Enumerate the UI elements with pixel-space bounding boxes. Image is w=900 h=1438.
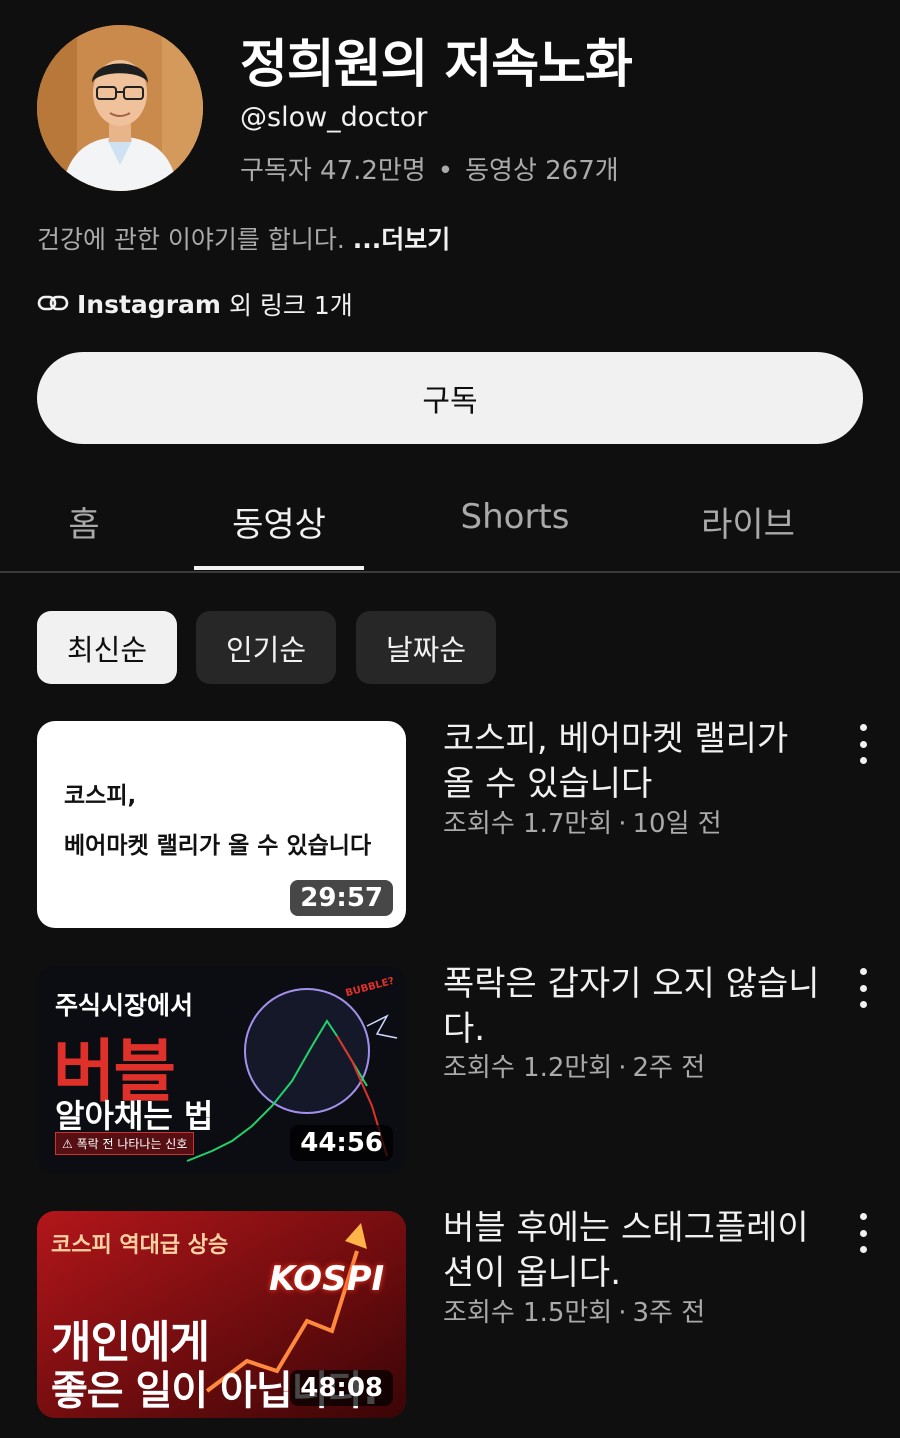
- description-text: 건강에 관한 이야기를 합니다.: [37, 225, 353, 254]
- chip-latest[interactable]: 최신순: [37, 611, 177, 684]
- more-vert-icon[interactable]: [850, 968, 876, 1008]
- video-thumbnail[interactable]: 주식시장에서 버블 알아채는 법 ⚠ 폭락 전 나타나는 신호 BUBBLE? …: [37, 966, 406, 1173]
- tab-divider: [0, 571, 900, 573]
- upload-age: 3주 전: [632, 1298, 706, 1328]
- thumbnail-text: 코스피 역대급 상승: [51, 1233, 229, 1258]
- channel-links[interactable]: Instagram 외 링크 1개: [37, 286, 353, 322]
- video-thumbnail[interactable]: 코스피, 베어마켓 랠리가 올 수 있습니다 29:57: [37, 721, 406, 928]
- more-vert-icon[interactable]: [850, 724, 876, 764]
- thumbnail-text: 알아채는 법: [55, 1097, 214, 1135]
- video-meta: 조회수 1.5만회 · 3주 전: [443, 1292, 705, 1329]
- active-tab-indicator: [194, 566, 364, 570]
- upload-age: 10일 전: [632, 809, 722, 839]
- video-title[interactable]: 폭락은 갑자기 오지 않습니다.: [443, 962, 828, 1052]
- channel-handle: @slow_doctor: [240, 102, 428, 133]
- subscriber-count: 구독자 47.2만명: [240, 156, 426, 186]
- tab-home[interactable]: 홈: [62, 497, 106, 546]
- thumbnail-text: KOSPI: [269, 1259, 385, 1299]
- channel-avatar[interactable]: [37, 25, 203, 191]
- video-count: 동영상 267개: [465, 156, 619, 186]
- view-count: 조회수 1.5만회: [443, 1298, 613, 1328]
- view-count: 조회수 1.2만회: [443, 1053, 613, 1083]
- meta-separator: ·: [618, 1053, 627, 1083]
- channel-description[interactable]: 건강에 관한 이야기를 합니다. ...더보기: [37, 220, 450, 256]
- video-duration: 44:56: [290, 1125, 393, 1161]
- video-title[interactable]: 코스피, 베어마켓 랠리가 올 수 있습니다: [443, 717, 828, 807]
- meta-separator: ·: [618, 809, 627, 839]
- channel-stats: 구독자 47.2만명 • 동영상 267개: [240, 150, 619, 187]
- chip-popular[interactable]: 인기순: [196, 611, 336, 684]
- link-main-label: Instagram: [77, 289, 221, 319]
- video-meta: 조회수 1.7만회 · 10일 전: [443, 803, 722, 840]
- thumbnail-text: 코스피,: [64, 783, 137, 809]
- tab-shorts[interactable]: Shorts: [440, 497, 590, 537]
- video-meta: 조회수 1.2만회 · 2주 전: [443, 1047, 705, 1084]
- channel-name: 정희원의 저속노화: [240, 35, 633, 95]
- subscribe-button[interactable]: 구독: [37, 352, 863, 444]
- meta-separator: ·: [618, 1298, 627, 1328]
- stats-separator: •: [437, 156, 454, 186]
- link-rest-label: 외 링크 1개: [228, 291, 353, 320]
- video-thumbnail[interactable]: 코스피 역대급 상승 KOSPI 개인에게 좋은 일이 아닙니다. 48:08: [37, 1211, 406, 1418]
- upload-age: 2주 전: [632, 1053, 706, 1083]
- video-title[interactable]: 버블 후에는 스태그플레이션이 옵니다.: [443, 1206, 828, 1296]
- chip-date[interactable]: 날짜순: [356, 611, 496, 684]
- video-duration: 48:08: [290, 1370, 393, 1406]
- video-duration: 29:57: [290, 880, 393, 916]
- tab-videos[interactable]: 동영상: [194, 497, 364, 546]
- more-link[interactable]: ...더보기: [353, 225, 451, 254]
- thumbnail-text: 베어마켓 랠리가 올 수 있습니다: [64, 833, 372, 859]
- view-count: 조회수 1.7만회: [443, 809, 613, 839]
- link-icon: [37, 290, 69, 319]
- thumbnail-text: ⚠ 폭락 전 나타나는 신호: [55, 1132, 195, 1155]
- more-vert-icon[interactable]: [850, 1213, 876, 1253]
- tab-live[interactable]: 라이브: [688, 497, 808, 546]
